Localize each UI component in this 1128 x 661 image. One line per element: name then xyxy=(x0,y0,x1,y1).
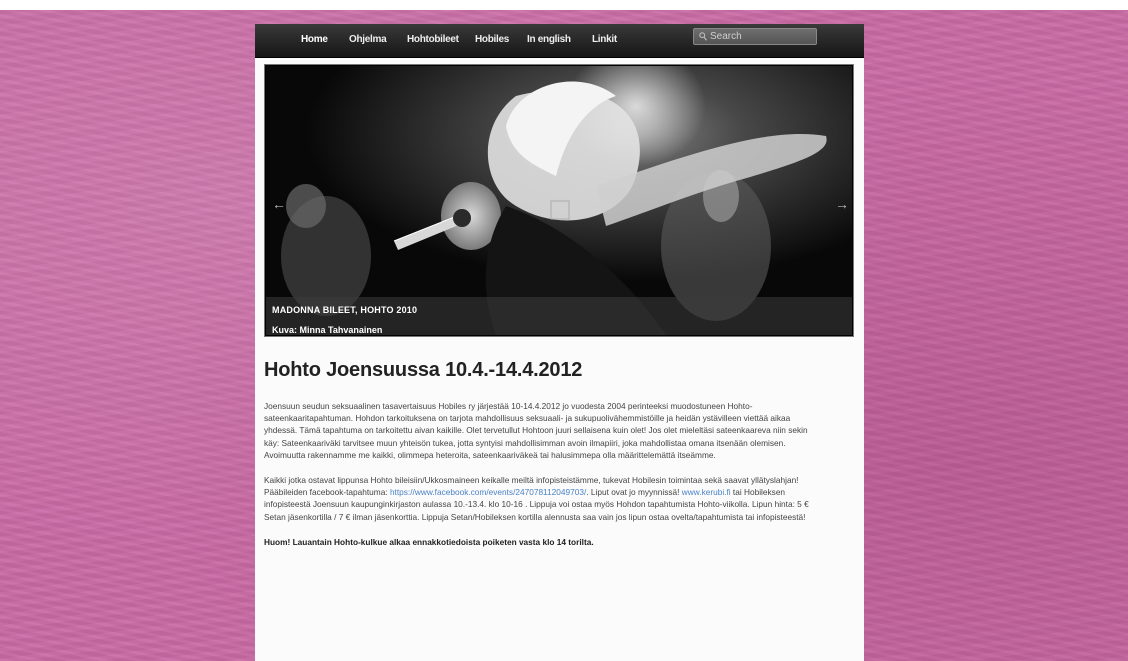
article-paragraph-tickets: Kaikki jotka ostavat lippunsa Hohto bile… xyxy=(264,474,824,523)
slider-photo: ← → MADONNA BILEET, HOHTO 2010 Kuva: Min… xyxy=(266,66,852,335)
tickets-text-2: . Liput ovat jo myynnissä! xyxy=(586,487,682,498)
main-navigation: Home Ohjelma Hohtobileet Hobiles In engl… xyxy=(255,24,864,58)
article-paragraph-intro: Joensuun seudun seksuaalinen tasavertais… xyxy=(264,401,808,460)
caption-credit: Kuva: Minna Tahvanainen xyxy=(272,325,383,335)
nav-hobiles[interactable]: Hobiles xyxy=(475,34,509,45)
search-input[interactable] xyxy=(710,29,814,44)
nav-in-english[interactable]: In english xyxy=(527,34,571,45)
nav-ohjelma[interactable]: Ohjelma xyxy=(349,34,387,45)
article-title: Hohto Joensuussa 10.4.-14.4.2012 xyxy=(264,359,583,381)
slider-next-arrow-icon[interactable]: → xyxy=(835,196,849,212)
nav-home[interactable]: Home xyxy=(301,34,328,45)
search-box xyxy=(693,28,817,45)
nav-linkit[interactable]: Linkit xyxy=(592,34,617,45)
concert-photo xyxy=(266,66,852,335)
caption-title: MADONNA BILEET, HOHTO 2010 xyxy=(272,305,418,315)
article: Hohto Joensuussa 10.4.-14.4.2012 Joensuu… xyxy=(264,359,824,548)
nav-hohtobileet[interactable]: Hohtobileet xyxy=(407,34,459,45)
image-slider: ← → MADONNA BILEET, HOHTO 2010 Kuva: Min… xyxy=(264,64,854,337)
slider-prev-arrow-icon[interactable]: ← xyxy=(272,196,286,212)
article-notice: Huom! Lauantain Hohto-kulkue alkaa ennak… xyxy=(264,536,594,547)
browser-top-strip xyxy=(0,0,1128,10)
facebook-event-link[interactable]: https://www.facebook.com/events/24707811… xyxy=(390,487,586,497)
kerubi-link[interactable]: www.kerubi.fi xyxy=(682,487,731,497)
page-container: Home Ohjelma Hohtobileet Hobiles In engl… xyxy=(255,24,864,661)
slider-caption: MADONNA BILEET, HOHTO 2010 Kuva: Minna T… xyxy=(266,297,852,335)
search-icon xyxy=(699,32,707,41)
